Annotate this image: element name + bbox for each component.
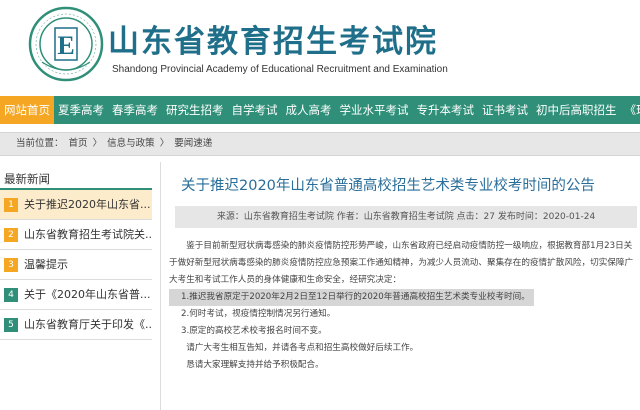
main-nav: 网站首页 夏季高考 春季高考 研究生招考 自学考试 成人高考 学业水平考试 专升本考试 证书考试…: [0, 96, 640, 124]
news-rank-badge: 5: [4, 317, 18, 332]
sidebar-news-item[interactable]: 5 山东省教育厅关于印发《...: [0, 310, 152, 340]
news-rank-badge: 4: [4, 287, 18, 302]
article-list-item: 2.何时考试，视疫情控制情况另行通知。: [181, 309, 336, 319]
nav-item[interactable]: 研究生招考: [162, 96, 228, 124]
nav-item[interactable]: 春季高考: [108, 96, 162, 124]
nav-item[interactable]: 《现代教育》: [621, 96, 640, 124]
nav-item[interactable]: 专升本考试: [413, 96, 479, 124]
breadcrumb-item-policy[interactable]: 信息与政策: [107, 138, 155, 149]
news-rank-badge: 3: [4, 257, 18, 272]
nav-item[interactable]: 网站首页: [0, 96, 54, 124]
article-body: 鉴于目前新型冠状病毒感染的肺炎疫情防控形势严峻，山东省政府已经启动疫情防控一级响…: [169, 238, 639, 374]
site-logo-icon[interactable]: E: [28, 6, 104, 82]
article-closing: 请广大考生相互告知，并请各考点和招生高校做好后续工作。: [186, 343, 419, 353]
breadcrumb-item-news[interactable]: 要闻速递: [174, 138, 212, 149]
sidebar-news-label: 山东省教育招生考试院关...: [24, 227, 152, 241]
sidebar-latest-news: 最新新闻 1 关于推迟2020年山东省... 2 山东省教育招生考试院关... 3 温馨提…: [0, 168, 152, 410]
nav-item[interactable]: 成人高考: [282, 96, 336, 124]
sidebar-news-label: 关于推迟2020年山东省...: [24, 197, 151, 211]
sidebar-news-item[interactable]: 2 山东省教育招生考试院关...: [0, 220, 152, 250]
sidebar-news-item[interactable]: 4 关于《2020年山东省普...: [0, 280, 152, 310]
article-paragraph: 鉴于目前新型冠状病毒感染的肺炎疫情防控形势严峻，山东省政府已经启动疫情防控一级响…: [169, 241, 634, 285]
breadcrumb-separator: 〉: [159, 138, 170, 149]
breadcrumb-prefix: 当前位置：: [16, 138, 64, 149]
sidebar-title: 最新新闻: [0, 168, 152, 190]
logo-letter: E: [57, 31, 74, 60]
article-closing: 恳请大家理解支持并给予积极配合。: [186, 360, 324, 370]
breadcrumb-item-home[interactable]: 首页: [69, 138, 88, 149]
nav-item[interactable]: 证书考试: [478, 96, 532, 124]
sidebar-news-list: 1 关于推迟2020年山东省... 2 山东省教育招生考试院关... 3 温馨提示 4 关于《…: [0, 190, 152, 340]
nav-item[interactable]: 初中后高职招生: [532, 96, 621, 124]
article-panel: 关于推迟2020年山东省普通高校招生艺术类专业校考时间的公告 来源：山东省教育招…: [160, 162, 640, 410]
article-title: 关于推迟2020年山东省普通高校招生艺术类专业校考时间的公告: [181, 178, 595, 194]
sidebar-news-label: 温馨提示: [24, 257, 68, 271]
sidebar-news-label: 山东省教育厅关于印发《...: [24, 317, 152, 331]
article-list-item: 3.原定的高校艺术校考报名时间不变。: [181, 326, 327, 336]
breadcrumb: 当前位置： 首页 〉 信息与政策 〉 要闻速递: [0, 132, 640, 156]
site-title: 山东省教育招生考试院: [108, 24, 438, 60]
nav-item[interactable]: 夏季高考: [54, 96, 108, 124]
sidebar-news-item[interactable]: 1 关于推迟2020年山东省...: [0, 190, 152, 220]
nav-item[interactable]: 学业水平考试: [336, 96, 413, 124]
nav-item[interactable]: 自学考试: [228, 96, 282, 124]
sidebar-news-item[interactable]: 3 温馨提示: [0, 250, 152, 280]
news-rank-badge: 2: [4, 227, 18, 242]
news-rank-badge: 1: [4, 197, 18, 212]
breadcrumb-separator: 〉: [92, 138, 103, 149]
site-header: E 山东省教育招生考试院 Shandong Provincial Academy…: [0, 0, 640, 96]
article-list-item: 1.推迟我省原定于2020年2月2日至12日举行的2020年普通高校招生艺术类专…: [169, 289, 534, 306]
article-meta: 来源：山东省教育招生考试院 作者：山东省教育招生考试院 点击：27 发布时间：2…: [175, 206, 637, 228]
sidebar-news-label: 关于《2020年山东省普...: [24, 287, 151, 301]
site-subtitle: Shandong Provincial Academy of Education…: [112, 64, 448, 75]
